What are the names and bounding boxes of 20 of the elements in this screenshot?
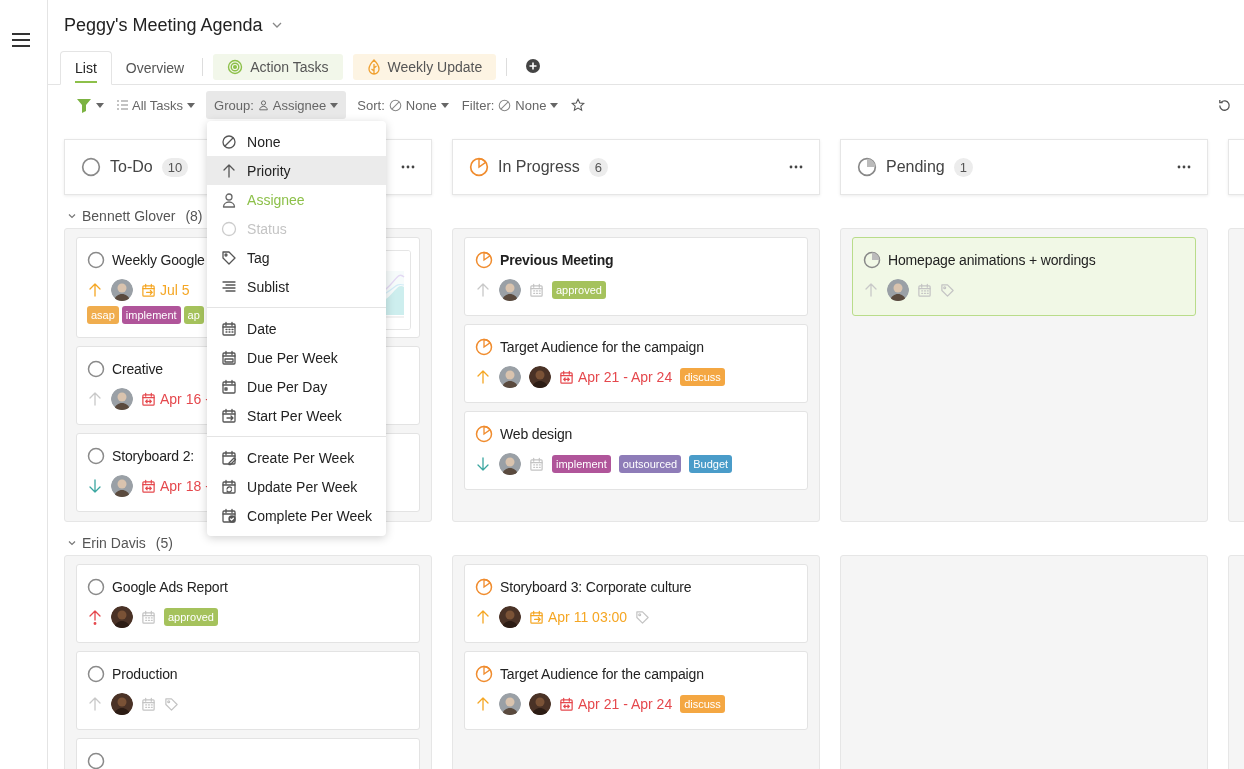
task-title: Web design <box>500 426 573 442</box>
task-title: Target Audience for the campaign <box>500 666 704 682</box>
count-badge: 6 <box>588 157 609 177</box>
task-title: Storyboard 2: <box>112 448 195 464</box>
count-badge: 10 <box>161 157 189 177</box>
task-title: Storyboard 3: Corporate culture <box>500 579 692 595</box>
group-count: (5) <box>155 535 173 551</box>
task-title: Production <box>112 666 178 682</box>
column-title: Pending <box>886 158 945 176</box>
group-count: (8) <box>185 208 203 224</box>
task-title: Previous Meeting <box>500 252 614 268</box>
column-title: In Progress <box>498 158 580 176</box>
task-title: Homepage animations + wordings <box>888 252 1096 268</box>
task-title: Creative <box>112 361 163 377</box>
column-title: To-Do <box>110 158 153 176</box>
window-title: Peggy's Meeting Agenda <box>64 14 263 36</box>
task-title: Target Audience for the campaign <box>500 339 704 355</box>
count-badge: 1 <box>953 157 973 177</box>
task-title: Google Ads Report <box>112 579 228 595</box>
task-title: Weekly Google <box>112 252 205 268</box>
